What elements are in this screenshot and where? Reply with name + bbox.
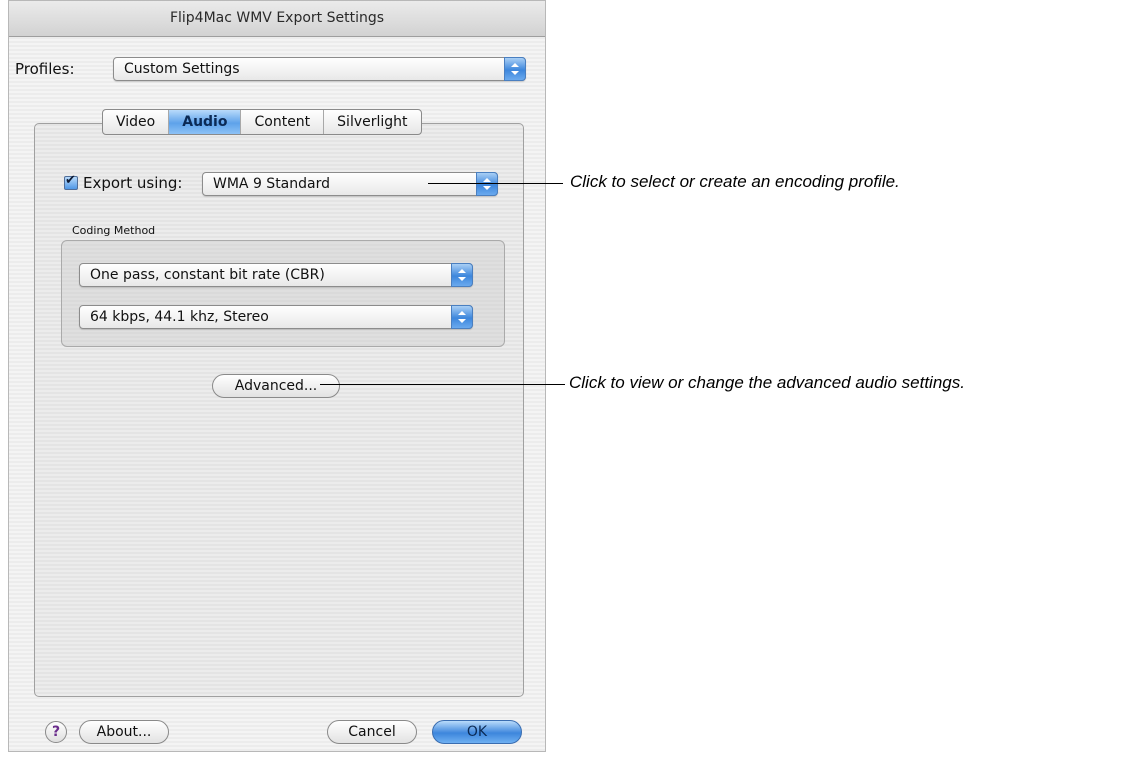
- export-codec-value: WMA 9 Standard: [213, 176, 330, 192]
- tab-content[interactable]: Content: [241, 110, 325, 134]
- bitrate-value: 64 kbps, 44.1 khz, Stereo: [90, 309, 269, 325]
- callout-line-encoding: [428, 183, 563, 184]
- profiles-popup[interactable]: Custom Settings: [113, 57, 526, 81]
- callout-advanced-audio: Click to view or change the advanced aud…: [569, 373, 965, 392]
- tab-audio[interactable]: Audio: [169, 110, 242, 134]
- callout-encoding-profile: Click to select or create an encoding pr…: [570, 172, 900, 191]
- coding-method-value: One pass, constant bit rate (CBR): [90, 267, 325, 283]
- bitrate-popup[interactable]: 64 kbps, 44.1 khz, Stereo: [79, 305, 473, 329]
- tab-silverlight[interactable]: Silverlight: [324, 110, 420, 134]
- coding-method-label: Coding Method: [72, 224, 156, 237]
- advanced-button[interactable]: Advanced...: [212, 374, 340, 398]
- export-using-checkbox[interactable]: [64, 173, 78, 190]
- export-codec-popup[interactable]: WMA 9 Standard: [202, 172, 498, 196]
- callout-line-advanced: [320, 384, 565, 385]
- popup-arrows-icon: [476, 172, 498, 196]
- tab-video[interactable]: Video: [103, 110, 170, 134]
- tab-panel: [34, 123, 524, 697]
- popup-arrows-icon: [451, 305, 473, 329]
- coding-method-group: [61, 240, 505, 347]
- help-icon[interactable]: ?: [45, 721, 67, 743]
- window-title: Flip4Mac WMV Export Settings: [9, 1, 545, 37]
- ok-button[interactable]: OK: [432, 720, 522, 744]
- tab-bar: Video Audio Content Silverlight: [102, 109, 422, 135]
- profiles-popup-value: Custom Settings: [124, 61, 240, 77]
- about-button[interactable]: About...: [79, 720, 169, 744]
- profiles-label: Profiles:: [15, 60, 75, 78]
- popup-arrows-icon: [451, 263, 473, 287]
- cancel-button[interactable]: Cancel: [327, 720, 417, 744]
- export-using-label: Export using:: [83, 174, 183, 192]
- popup-arrows-icon: [504, 57, 526, 81]
- export-settings-window: Flip4Mac WMV Export Settings Profiles: C…: [8, 0, 546, 752]
- coding-method-popup[interactable]: One pass, constant bit rate (CBR): [79, 263, 473, 287]
